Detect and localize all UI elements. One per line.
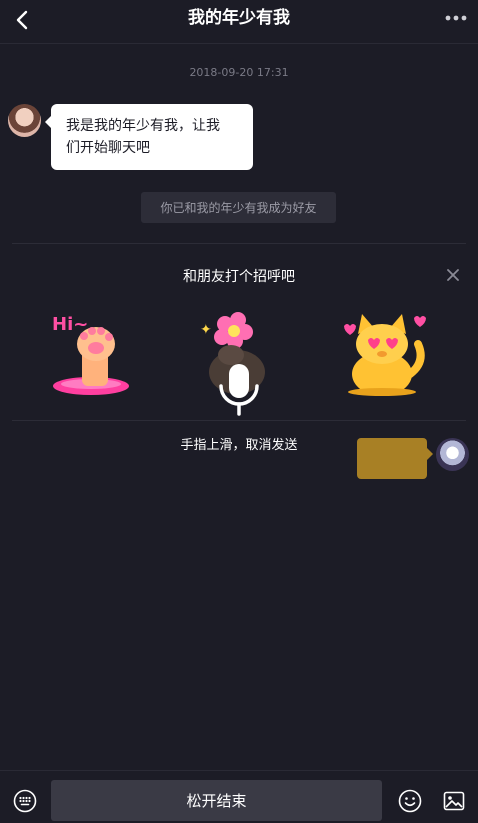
microphone-icon xyxy=(219,364,259,416)
hi-paw-sticker[interactable]: Hi~ xyxy=(50,308,132,400)
outgoing-message-bubble[interactable] xyxy=(357,438,433,479)
image-button[interactable] xyxy=(442,789,466,813)
emoji-icon xyxy=(398,789,422,813)
page-title: 我的年少有我 xyxy=(188,8,290,28)
heart-eyes-cat-sticker[interactable] xyxy=(338,312,430,398)
greeting-divider-bottom xyxy=(12,420,466,421)
friend-added-notice: 你已和我的年少有我成为好友 xyxy=(141,192,336,223)
more-horizontal-icon xyxy=(445,15,467,21)
chat-header: 我的年少有我 xyxy=(0,0,478,44)
keyboard-icon xyxy=(13,789,37,813)
image-icon xyxy=(443,791,465,811)
keyboard-button[interactable] xyxy=(13,789,37,813)
contact-avatar[interactable] xyxy=(8,104,41,137)
greeting-divider-top xyxy=(12,243,466,244)
message-timestamp: 2018-09-20 17:31 xyxy=(189,66,289,79)
hi-paw-sticker-art: Hi~ xyxy=(52,314,129,395)
message-line-2: 们开始聊天吧 xyxy=(66,140,150,156)
incoming-message-bubble[interactable]: 我是我的年少有我，让我 们开始聊天吧 xyxy=(45,104,253,170)
input-bar: 松开结束 xyxy=(0,770,478,823)
heart-eyes-cat-sticker-art xyxy=(344,314,426,396)
greeting-title: 和朋友打个招呼吧 xyxy=(183,269,295,285)
greeting-close-button[interactable] xyxy=(444,266,462,284)
svg-text:✦: ✦ xyxy=(200,322,212,338)
hold-to-talk-button[interactable]: 松开结束 xyxy=(51,780,382,821)
more-button[interactable] xyxy=(444,8,468,28)
voice-recording-indicator xyxy=(213,360,265,418)
friend-added-notice-text: 你已和我的年少有我成为好友 xyxy=(160,201,317,215)
hold-to-talk-label: 松开结束 xyxy=(186,792,247,810)
emoji-button[interactable] xyxy=(398,789,422,813)
message-line-1: 我是我的年少有我，让我 xyxy=(66,118,220,134)
user-avatar[interactable] xyxy=(436,438,469,471)
close-icon xyxy=(447,269,459,281)
